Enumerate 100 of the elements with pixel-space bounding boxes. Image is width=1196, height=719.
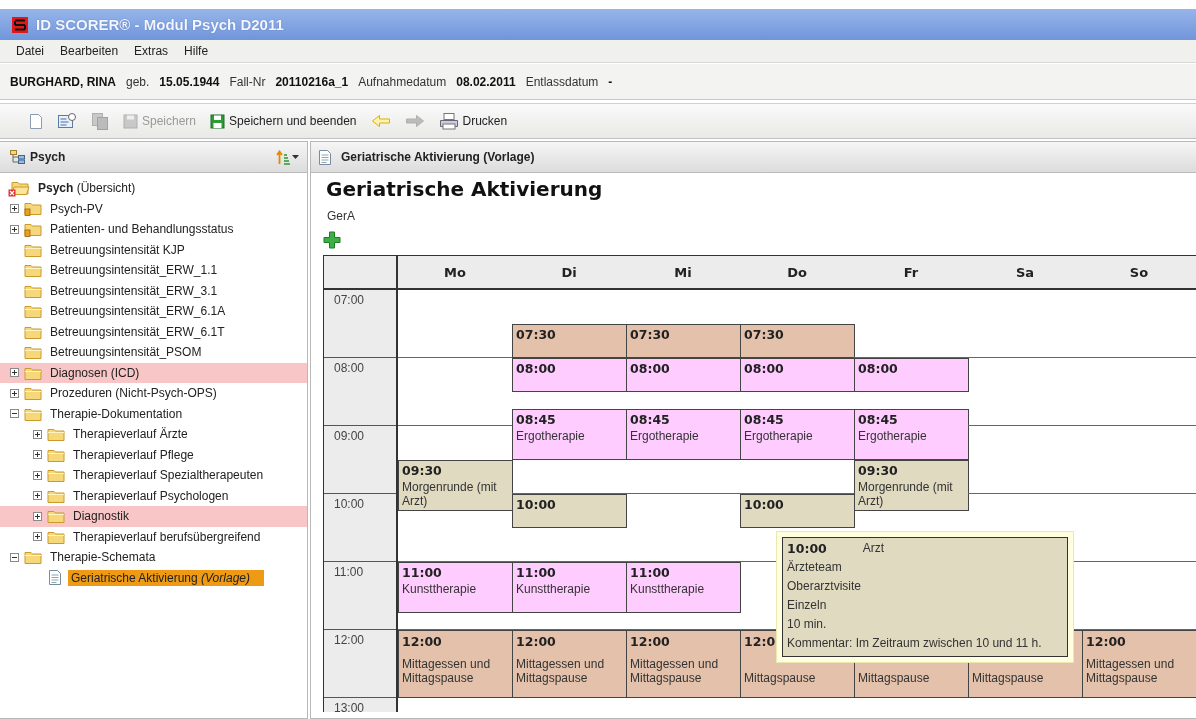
- calendar-event[interactable]: 08:00: [740, 358, 855, 392]
- calendar-event[interactable]: 09:30 Morgenrunde (mit Arzt): [398, 460, 513, 511]
- calendar-event[interactable]: 08:45 Ergotherapie: [740, 409, 855, 460]
- event-time: 08:45: [744, 412, 784, 427]
- collapse-icon[interactable]: [10, 409, 19, 419]
- folder-icon: [24, 263, 42, 278]
- expand-icon[interactable]: [33, 532, 42, 542]
- document-icon: [317, 148, 333, 166]
- folder-warning-icon: [24, 221, 42, 237]
- field-label: Fall-Nr: [229, 74, 266, 89]
- day-header: Fr: [854, 256, 968, 290]
- tree-item[interactable]: Psych (Übersicht): [35, 180, 139, 197]
- save-close-button[interactable]: Speichern und beenden: [207, 111, 360, 131]
- calendar-event[interactable]: 12:00 Mittagessen und Mittagspause: [398, 630, 513, 698]
- logo-icon: [12, 16, 28, 33]
- save-icon: [210, 113, 226, 129]
- tree-item[interactable]: Betreuungsintensität_ERW_6.1T: [47, 323, 228, 340]
- calendar-event[interactable]: 08:00: [626, 358, 741, 392]
- print-button[interactable]: Drucken: [435, 110, 511, 132]
- tree-item[interactable]: Betreuungsintensität_ERW_3.1: [47, 282, 221, 299]
- menu-item[interactable]: Extras: [126, 42, 177, 60]
- tree-item[interactable]: Therapieverlauf Psychologen: [70, 487, 232, 504]
- folder-icon: [24, 365, 42, 380]
- collapse-icon[interactable]: [10, 552, 19, 562]
- calendar-event[interactable]: 08:45 Ergotherapie: [854, 409, 969, 460]
- expand-icon[interactable]: [10, 368, 19, 378]
- expand-icon[interactable]: [33, 429, 42, 439]
- calendar-event[interactable]: 08:00: [512, 358, 627, 392]
- tree-item[interactable]: Diagnostik: [70, 508, 133, 525]
- tree-item[interactable]: Prozeduren (Nicht-Psych-OPS): [47, 385, 220, 402]
- calendar-event[interactable]: 08:45 Ergotherapie: [626, 409, 741, 460]
- tree-item[interactable]: Betreuungsintensität_PSOM: [47, 344, 205, 361]
- calendar-event[interactable]: 09:30 Morgenrunde (mit Arzt): [854, 460, 969, 511]
- event-title: Mittagessen und Mittagspause: [630, 657, 720, 685]
- menu-item[interactable]: Datei: [8, 42, 52, 60]
- sort-button[interactable]: [276, 149, 299, 165]
- tree-item[interactable]: Diagnosen (ICD): [47, 364, 143, 381]
- menu-item[interactable]: Bearbeiten: [52, 42, 127, 60]
- printer-icon: [438, 112, 459, 130]
- tree-item[interactable]: Geriatrische Aktivierung (Vorlage): [68, 569, 264, 586]
- tree-item[interactable]: Therapieverlauf berufsübergreifend: [70, 528, 264, 545]
- event-time: 12:00: [516, 634, 556, 649]
- calendar-event[interactable]: 07:30: [626, 324, 741, 358]
- event-title: Mittagessen und Mittagspause: [516, 657, 606, 685]
- calendar-event[interactable]: 07:30: [512, 324, 627, 358]
- time-cell: 12:00: [324, 630, 396, 698]
- calendar-event[interactable]: 08:00: [854, 358, 969, 392]
- calendar-event[interactable]: 10:00: [512, 494, 627, 528]
- calendar-event[interactable]: 07:30: [740, 324, 855, 358]
- event-time: 08:00: [516, 361, 556, 376]
- calendar-event[interactable]: 12:00 Mittagessen und Mittagspause: [512, 630, 627, 698]
- event-title: Morgenrunde (mit Arzt): [858, 480, 954, 508]
- expand-icon[interactable]: [10, 388, 19, 398]
- event-title: Mittagspause: [972, 671, 1044, 685]
- add-button[interactable]: [323, 231, 343, 249]
- calendar-event[interactable]: 11:00 Kunsttherapie: [626, 562, 741, 613]
- calendar-event[interactable]: 11:00 Kunsttherapie: [398, 562, 513, 613]
- event-title: Kunsttherapie: [402, 582, 477, 596]
- day-header: Sa: [968, 256, 1082, 290]
- event-time: 08:00: [744, 361, 784, 376]
- event-time: 12:0: [744, 634, 776, 649]
- folder-icon: [24, 345, 42, 360]
- tree-item[interactable]: Therapie-Dokumentation: [47, 405, 186, 422]
- highlighted-row[interactable]: Diagnostik: [0, 506, 307, 527]
- tree-item[interactable]: Betreuungsintensität KJP: [47, 241, 188, 258]
- tree-item[interactable]: Therapie-Schemata: [47, 549, 159, 566]
- event-time: 07:30: [630, 327, 670, 342]
- folder-icon: [47, 427, 65, 442]
- calendar-event[interactable]: 12:00 Mittagessen und Mittagspause: [626, 630, 741, 698]
- tooltip-role: Arzt: [862, 541, 885, 556]
- calendar-event[interactable]: 12:00 Mittagessen und Mittagspause: [1082, 630, 1196, 698]
- calendar-event[interactable]: 10:00: [740, 494, 855, 528]
- tree-item[interactable]: Patienten- und Behandlungsstatus: [47, 221, 237, 238]
- expand-icon[interactable]: [10, 224, 19, 234]
- expand-icon[interactable]: [33, 511, 42, 521]
- tree-icon: [10, 150, 26, 164]
- window-title: ID SCORER® - Modul Psych D2011: [36, 16, 284, 33]
- tree-item[interactable]: Therapieverlauf Spezialtherapeuten: [70, 467, 267, 484]
- tree-item[interactable]: Therapieverlauf Ärzte: [70, 426, 191, 443]
- copy-icon: [91, 112, 109, 130]
- tree-item[interactable]: Therapieverlauf Pflege: [70, 446, 197, 463]
- expand-icon[interactable]: [10, 204, 19, 214]
- form-icon: [57, 112, 77, 130]
- event-title: Mittagspause: [858, 671, 930, 685]
- tree-item[interactable]: Psych-PV: [47, 200, 106, 217]
- event-title: Ergotherapie: [858, 429, 927, 443]
- calendar-event[interactable]: 08:45 Ergotherapie: [512, 409, 627, 460]
- menu-item[interactable]: Hilfe: [176, 42, 217, 60]
- event-time: 12:00: [630, 634, 670, 649]
- calendar-event[interactable]: 11:00 Kunsttherapie: [512, 562, 627, 613]
- expand-icon[interactable]: [33, 470, 42, 480]
- time-cell: 13:00: [324, 698, 396, 712]
- highlighted-row[interactable]: Diagnosen (ICD): [0, 362, 307, 383]
- expand-icon[interactable]: [33, 450, 42, 460]
- folder-icon: [24, 324, 42, 339]
- page-heading: Geriatrische Aktivierung: [326, 177, 604, 201]
- tree-item[interactable]: Betreuungsintensität_ERW_1.1: [47, 262, 221, 279]
- tree-item[interactable]: Betreuungsintensität_ERW_6.1A: [47, 303, 229, 320]
- expand-icon[interactable]: [33, 491, 42, 501]
- event-time: 09:30: [858, 463, 898, 478]
